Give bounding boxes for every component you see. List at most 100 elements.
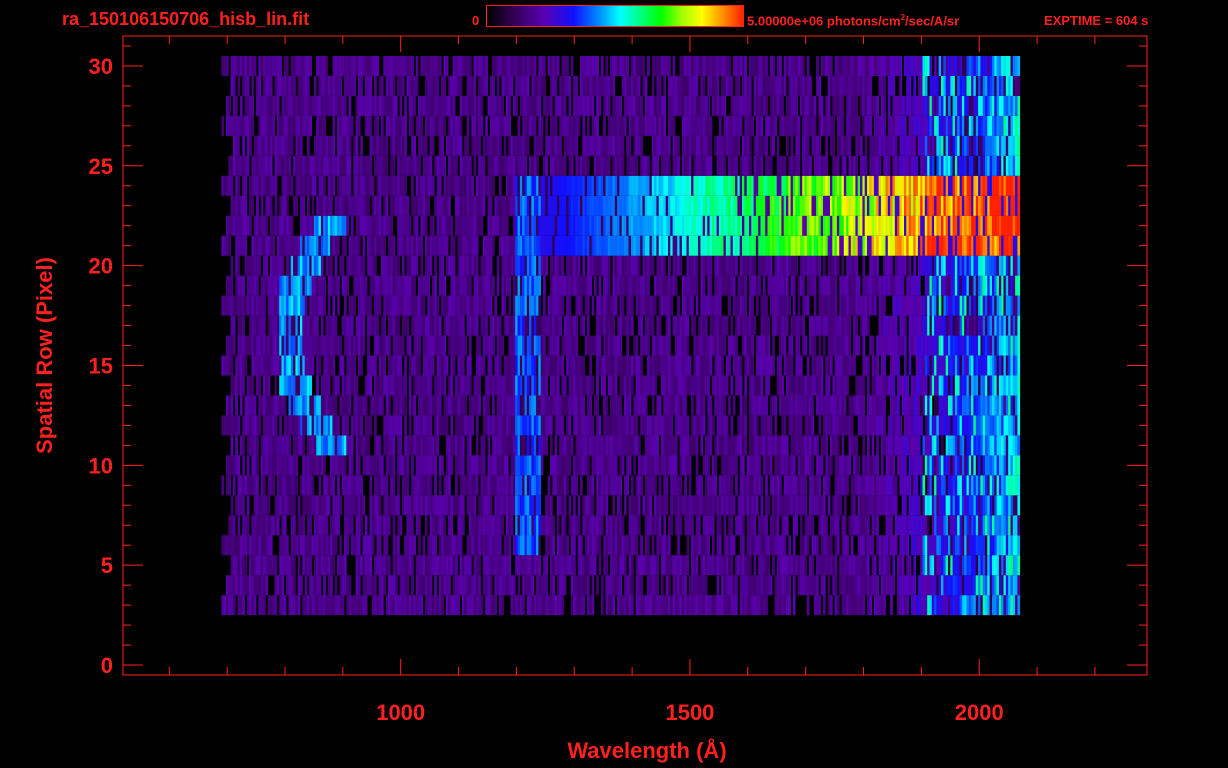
heatmap-cell: [707, 535, 710, 556]
heatmap-cell: [755, 495, 759, 516]
heatmap-cell: [283, 275, 287, 296]
heatmap-cell: [832, 555, 835, 576]
heatmap-cell: [311, 435, 315, 456]
heatmap-cell: [980, 495, 984, 516]
heatmap-cell: [931, 495, 935, 516]
heatmap-cell: [554, 395, 558, 416]
heatmap-cell: [899, 455, 903, 476]
heatmap-cell: [575, 295, 579, 316]
heatmap-cell: [783, 475, 787, 496]
heatmap-cell: [945, 435, 949, 456]
heatmap-cell: [721, 335, 724, 356]
heatmap-cell: [607, 315, 611, 336]
heatmap-cell: [274, 555, 278, 576]
heatmap-cell: [286, 575, 289, 596]
heatmap-cell: [249, 315, 252, 336]
heatmap-cell: [279, 255, 282, 276]
heatmap-cell: [674, 595, 678, 616]
heatmap-cell: [709, 415, 713, 436]
heatmap-cell: [253, 275, 257, 296]
heatmap-cell: [388, 395, 391, 416]
heatmap-cell: [929, 535, 933, 556]
heatmap-cell: [883, 355, 886, 376]
heatmap-cell: [894, 395, 898, 416]
heatmap-cell: [487, 495, 491, 516]
heatmap-cell: [980, 415, 984, 436]
heatmap-cell: [492, 475, 495, 496]
heatmap-cell: [705, 355, 708, 376]
heatmap-cell: [804, 535, 808, 556]
heatmap-cell: [260, 535, 264, 556]
heatmap-cell: [524, 355, 528, 376]
heatmap-cell: [503, 535, 507, 556]
heatmap-cell: [901, 535, 905, 556]
heatmap-cell: [834, 435, 838, 456]
heatmap-cell: [691, 315, 694, 336]
heatmap-cell: [992, 495, 995, 516]
heatmap-cell: [313, 395, 317, 416]
heatmap-cell: [950, 535, 953, 556]
heatmap-cell: [577, 415, 581, 436]
heatmap-cell: [415, 595, 419, 616]
heatmap-cell: [475, 275, 479, 296]
heatmap-cell: [867, 395, 870, 416]
heatmap-cell: [288, 455, 292, 476]
heatmap-cell: [517, 295, 521, 316]
heatmap-cell: [307, 315, 310, 336]
heatmap-cell: [871, 395, 875, 416]
heatmap-cell: [269, 295, 273, 316]
heatmap-cell: [658, 415, 662, 436]
heatmap-cell: [575, 515, 579, 536]
heatmap-cell: [519, 455, 523, 476]
heatmap-cell: [827, 495, 831, 516]
heatmap-cell: [512, 415, 516, 436]
heatmap-cell: [968, 335, 972, 356]
heatmap-cell: [587, 515, 590, 536]
heatmap-cell: [860, 555, 863, 576]
heatmap-cell: [890, 355, 893, 376]
heatmap-cell: [469, 595, 472, 616]
heatmap-cell: [992, 595, 995, 616]
heatmap-cell: [226, 275, 229, 296]
heatmap-cell: [619, 575, 623, 596]
heatmap-cell: [603, 295, 606, 316]
heatmap-cell: [561, 495, 565, 516]
heatmap-cell: [665, 275, 669, 296]
heatmap-cell: [404, 595, 407, 616]
heatmap-cell: [746, 575, 750, 596]
heatmap-cell: [920, 475, 923, 496]
heatmap-cell: [816, 555, 819, 576]
heatmap-cell: [249, 475, 252, 496]
heatmap-cell: [767, 335, 771, 356]
heatmap-cell: [700, 435, 704, 456]
heatmap-cell: [253, 335, 257, 356]
heatmap-cell: [1005, 455, 1009, 476]
heatmap-cell: [300, 255, 303, 276]
heatmap-cell: [244, 475, 248, 496]
heatmap-cell: [311, 455, 315, 476]
heatmap-cell: [524, 275, 528, 296]
heatmap-cell: [938, 535, 942, 556]
heatmap-cell: [251, 435, 255, 456]
heatmap-cell: [295, 375, 299, 396]
heatmap-cell: [605, 475, 609, 496]
heatmap-cell: [971, 575, 974, 596]
heatmap-cell: [408, 435, 412, 456]
heatmap-cell: [698, 535, 701, 556]
heatmap-cell: [973, 355, 977, 376]
heatmap-cell: [732, 395, 736, 416]
heatmap-cell: [978, 315, 981, 336]
heatmap-cell: [753, 455, 757, 476]
heatmap-cell: [795, 375, 798, 396]
heatmap-cell: [985, 475, 988, 496]
heatmap-cell: [353, 275, 356, 296]
heatmap-cell: [596, 355, 599, 376]
heatmap-cell: [677, 315, 680, 336]
heatmap-cell: [915, 335, 919, 356]
heatmap-cell: [559, 555, 562, 576]
heatmap-cell: [295, 255, 299, 276]
heatmap-cell: [462, 575, 465, 596]
heatmap-cell: [677, 375, 680, 396]
heatmap-cell: [450, 555, 454, 576]
heatmap-cell: [966, 555, 970, 576]
